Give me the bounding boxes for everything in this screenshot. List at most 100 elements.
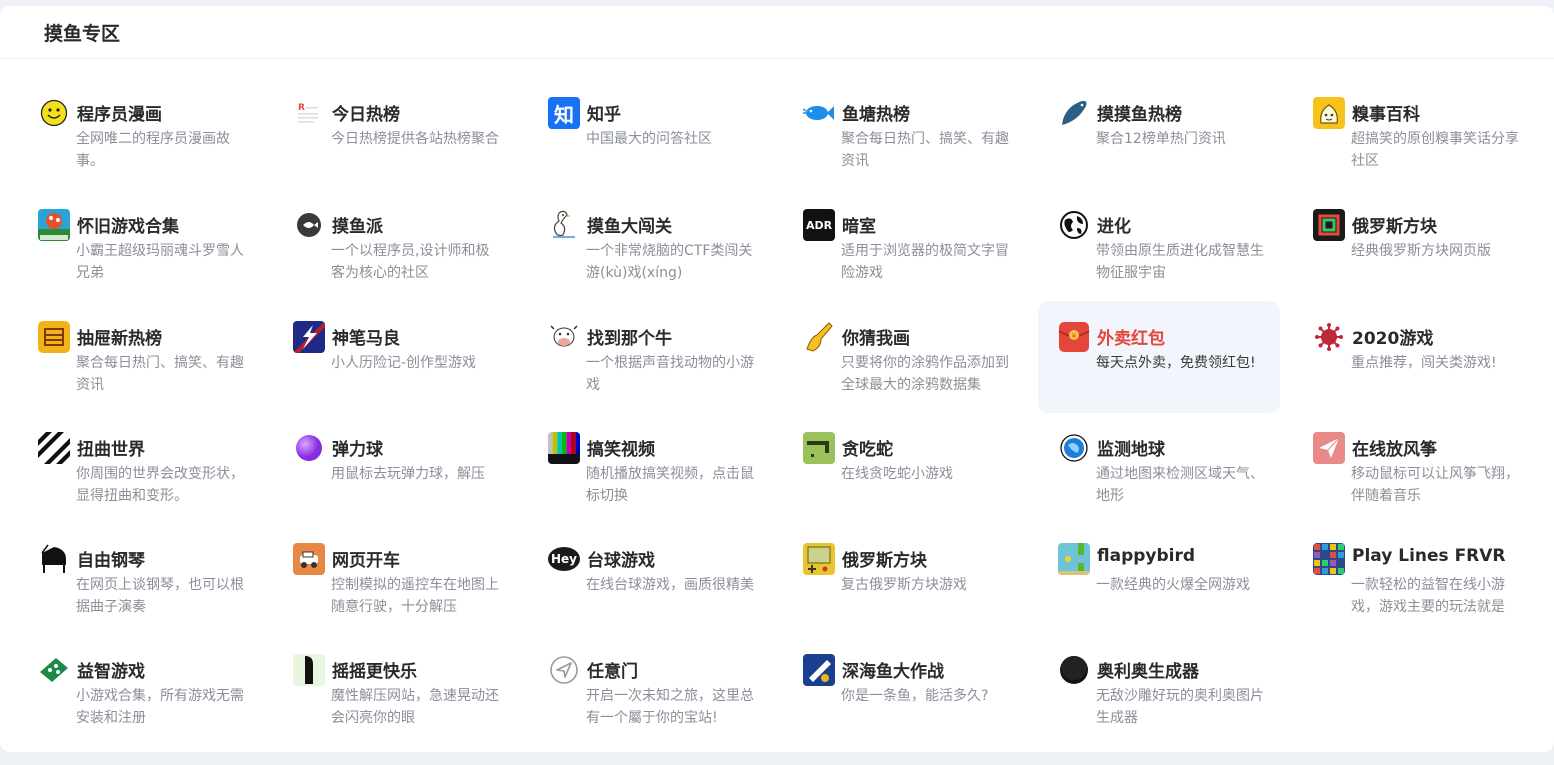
site-card-title[interactable]: 糗事百科 xyxy=(1352,100,1420,125)
svg-text:¥: ¥ xyxy=(1072,332,1077,340)
site-card[interactable]: 摸鱼大闯关 一个非常烧脑的CTF类闯关游(kù)戏(xíng) xyxy=(548,209,790,320)
site-card[interactable]: 摸摸鱼热榜聚合12榜单热门资讯 xyxy=(1058,97,1300,208)
site-card[interactable]: 搞笑视频随机播放搞笑视频，点击鼠标切换 xyxy=(548,432,790,543)
site-card[interactable]: 任意门 开启一次未知之旅，这里总有一个屬于你的宝站! xyxy=(548,654,790,765)
site-card-title[interactable]: 抽屉新热榜 xyxy=(77,324,162,349)
site-card-title[interactable]: 俄罗斯方块 xyxy=(1352,212,1437,237)
twist-icon xyxy=(38,432,70,464)
site-card-desc: 全网唯二的程序员漫画故事。 xyxy=(76,131,230,169)
site-card-title[interactable]: 你猜我画 xyxy=(842,324,910,349)
site-card-title[interactable]: 进化 xyxy=(1097,212,1131,237)
site-card[interactable]: 程序员漫画全网唯二的程序员漫画故事。 xyxy=(38,97,280,208)
site-card-title[interactable]: 俄罗斯方块 xyxy=(842,546,927,571)
site-card-desc: 移动鼠标可以让风筝飞翔，伴随着音乐 xyxy=(1351,466,1519,504)
site-card-desc: 在线贪吃蛇小游戏 xyxy=(841,466,953,482)
virus-icon xyxy=(1313,321,1345,353)
site-card-title[interactable]: 益智游戏 xyxy=(77,657,145,682)
site-card[interactable]: 糗事百科 超搞笑的原创糗事笑话分享社区 xyxy=(1313,97,1554,208)
site-card[interactable]: 扭曲世界 你周围的世界会改变形状，显得扭曲和变形。 xyxy=(38,432,280,543)
site-card[interactable]: Play Lines FRVR 一款轻松的益智在线小游戏，游戏主要的玩法就是 xyxy=(1313,543,1554,654)
site-card-title[interactable]: 监测地球 xyxy=(1097,435,1165,460)
piano-icon xyxy=(38,543,70,575)
site-card-title[interactable]: 摸摸鱼热榜 xyxy=(1097,100,1182,125)
site-card-title[interactable]: 弹力球 xyxy=(332,435,383,460)
site-card-desc: 经典俄罗斯方块网页版 xyxy=(1351,243,1491,259)
site-card-desc: 随机播放搞笑视频，点击鼠标切换 xyxy=(586,466,754,504)
site-card[interactable]: 深海鱼大作战 你是一条鱼，能活多久? xyxy=(803,654,1045,765)
site-card[interactable]: 找到那个牛 一个根据声音找动物的小游戏 xyxy=(548,321,790,432)
fish-dark-icon xyxy=(1058,97,1090,129)
site-card[interactable]: 知知乎 中国最大的问答社区 xyxy=(548,97,790,208)
shake-icon xyxy=(293,654,325,686)
site-card-title[interactable]: 深海鱼大作战 xyxy=(842,657,944,682)
icon-glyph: Hey xyxy=(550,552,577,566)
fishing-zone-panel: 摸鱼专区 程序员漫画 全网唯二的程序员漫画故事。 R 今日热榜 今日热榜提供各站热榜聚合… xyxy=(0,6,1554,752)
site-card-title[interactable]: 怀旧游戏合集 xyxy=(77,212,179,237)
site-card-title[interactable]: 奥利奥生成器 xyxy=(1097,657,1199,682)
site-card-desc: 带领由原生质进化成智慧生物征服宇宙 xyxy=(1096,243,1264,281)
site-card[interactable]: 鱼塘热榜聚合每日热门、搞笑、有趣资讯 xyxy=(803,97,1045,208)
site-card[interactable]: 摇摇更快乐 魔性解压网站，急速晃动还会闪亮你的眼 xyxy=(293,654,535,765)
site-card-desc: 聚合12榜单热门资讯 xyxy=(1096,131,1226,147)
site-card[interactable]: 网页开车 控制模拟的遥控车在地图上随意行驶，十分解压 xyxy=(293,543,535,654)
site-card-title[interactable]: 摸鱼派 xyxy=(332,212,383,237)
fishpi-icon xyxy=(293,209,325,241)
site-card[interactable]: R 今日热榜 今日热榜提供各站热榜聚合 xyxy=(293,97,535,208)
drawer-icon xyxy=(38,321,70,353)
oreo-icon xyxy=(1058,654,1090,686)
site-card-title[interactable]: 扭曲世界 xyxy=(77,435,145,460)
site-card-title[interactable]: 鱼塘热榜 xyxy=(842,100,910,125)
site-card[interactable]: ADR 暗室 适用于浏览器的极简文字冒险游戏 xyxy=(803,209,1045,320)
site-card-title[interactable]: 程序员漫画 xyxy=(77,100,162,125)
site-card-desc: 无敌沙雕好玩的奥利奥图片生成器 xyxy=(1096,688,1264,726)
site-card-desc: 一款经典的火爆全网游戏 xyxy=(1096,577,1250,593)
site-card-title[interactable]: 贪吃蛇 xyxy=(842,435,893,460)
site-card[interactable]: 弹力球用鼠标去玩弹力球，解压 xyxy=(293,432,535,543)
site-card-title[interactable]: 自由钢琴 xyxy=(77,546,145,571)
site-card-title[interactable]: 任意门 xyxy=(587,657,638,682)
site-card-title[interactable]: 暗室 xyxy=(842,212,876,237)
site-card[interactable]: 2020游戏 重点推荐，闯关类游戏! xyxy=(1313,321,1554,432)
site-card-title[interactable]: 外卖红包 xyxy=(1097,324,1165,349)
site-card-title[interactable]: 台球游戏 xyxy=(587,546,655,571)
site-card[interactable]: 神笔马良小人历险记-创作型游戏 xyxy=(293,321,535,432)
site-card[interactable]: 抽屉新热榜 聚合每日热门、搞笑、有趣资讯 xyxy=(38,321,280,432)
site-card[interactable]: 摸鱼派 一个以程序员,设计师和极客为核心的社区 xyxy=(293,209,535,320)
site-card-title[interactable]: 搞笑视频 xyxy=(587,435,655,460)
lines-icon xyxy=(1313,543,1345,575)
site-card[interactable]: 贪吃蛇在线贪吃蛇小游戏 xyxy=(803,432,1045,543)
site-card[interactable]: 自由钢琴 在网页上谈钢琴，也可以根据曲子演奏 xyxy=(38,543,280,654)
site-card-title[interactable]: 在线放风筝 xyxy=(1352,435,1437,460)
site-card[interactable]: 俄罗斯方块 复古俄罗斯方块游戏 xyxy=(803,543,1045,654)
site-card-title[interactable]: 网页开车 xyxy=(332,546,400,571)
site-card[interactable]: 在线放风筝移动鼠标可以让风筝飞翔，伴随着音乐 xyxy=(1313,432,1554,543)
site-card[interactable]: 监测地球 通过地图来检测区域天气、地形 xyxy=(1058,432,1300,543)
site-card-title[interactable]: 今日热榜 xyxy=(332,100,400,125)
retro-game-icon xyxy=(38,209,70,241)
site-card-title[interactable]: 神笔马良 xyxy=(332,324,400,349)
car-icon xyxy=(293,543,325,575)
site-card-desc: 小人历险记-创作型游戏 xyxy=(331,355,477,371)
site-card-desc: 中国最大的问答社区 xyxy=(586,131,712,147)
site-card-title[interactable]: 知乎 xyxy=(587,100,621,125)
site-card-title[interactable]: Play Lines FRVR xyxy=(1352,546,1506,566)
site-card-title[interactable]: 摸鱼大闯关 xyxy=(587,212,672,237)
site-card-desc: 聚合每日热门、搞笑、有趣资讯 xyxy=(841,131,1009,169)
site-card-desc: 用鼠标去玩弹力球，解压 xyxy=(331,466,485,482)
site-card-title[interactable]: 找到那个牛 xyxy=(587,324,672,349)
site-card[interactable]: 俄罗斯方块经典俄罗斯方块网页版 xyxy=(1313,209,1554,320)
svg-text:R: R xyxy=(298,103,305,113)
site-card-title[interactable]: flappybird xyxy=(1097,546,1195,566)
send-icon xyxy=(548,654,580,686)
site-card-title[interactable]: 摇摇更快乐 xyxy=(332,657,417,682)
site-card[interactable]: 奥利奥生成器无敌沙雕好玩的奥利奥图片生成器 xyxy=(1058,654,1300,765)
site-card[interactable]: Hey 台球游戏 在线台球游戏，画质很精美 xyxy=(548,543,790,654)
site-card-title[interactable]: 2020游戏 xyxy=(1352,324,1433,349)
adr-icon: ADR xyxy=(803,209,835,241)
gameboy-icon xyxy=(803,543,835,575)
site-card[interactable]: 益智游戏 小游戏合集，所有游戏无需安装和注册 xyxy=(38,654,280,765)
site-card[interactable]: flappybird 一款经典的火爆全网游戏 xyxy=(1058,543,1300,654)
site-card[interactable]: 怀旧游戏合集 小霸王超级玛丽魂斗罗雪人兄弟 xyxy=(38,209,280,320)
site-card[interactable]: 你猜我画 只要将你的涂鸦作品添加到全球最大的涂鸦数据集 xyxy=(803,321,1045,432)
site-card[interactable]: ¥ 外卖红包 每天点外卖，免费领红包! xyxy=(1038,301,1280,413)
